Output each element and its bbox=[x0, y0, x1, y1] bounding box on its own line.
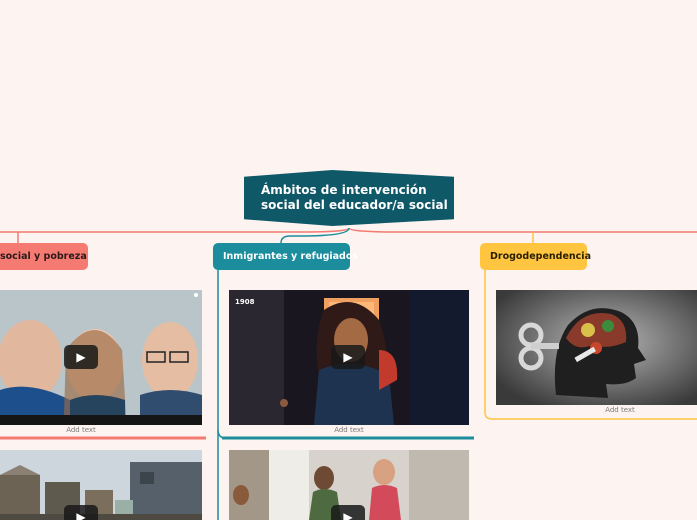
branch-label: Drogodependencia bbox=[490, 251, 591, 262]
badge-1908: 1908 bbox=[235, 298, 255, 306]
root-node[interactable]: Ámbitos de intervención social del educa… bbox=[244, 170, 454, 226]
slum-image-thumbnail[interactable]: ▶ bbox=[0, 450, 202, 520]
branch-label: Inmigrantes y refugiados bbox=[223, 251, 359, 262]
mid-video-thumbnail[interactable]: 1908 ▶ bbox=[229, 290, 469, 425]
root-title-line1: Ámbitos de intervención bbox=[261, 183, 427, 197]
left-video-caption[interactable]: Add text bbox=[0, 426, 162, 434]
drug-head-image bbox=[496, 290, 697, 405]
play-icon[interactable]: ▶ bbox=[64, 345, 98, 369]
play-icon[interactable]: ▶ bbox=[331, 345, 365, 369]
branch-inmigrantes-refugiados[interactable]: Inmigrantes y refugiados bbox=[213, 243, 358, 270]
root-to-left-line bbox=[0, 227, 350, 233]
children-video-thumbnail[interactable]: ▶ bbox=[229, 450, 469, 520]
right-image-caption[interactable]: Add text bbox=[540, 406, 697, 414]
mid-video-caption[interactable]: Add text bbox=[229, 426, 469, 434]
branch-drogodependencia[interactable]: Drogodependencia bbox=[480, 243, 591, 270]
root-to-right-line bbox=[348, 227, 697, 233]
root-title-line2: social del educador/a social bbox=[261, 198, 448, 212]
play-icon[interactable]: ▶ bbox=[64, 505, 98, 520]
play-icon[interactable]: ▶ bbox=[331, 505, 365, 520]
people-image bbox=[0, 290, 202, 425]
right-image-thumbnail[interactable] bbox=[496, 290, 697, 405]
branch-label: social y pobreza bbox=[0, 251, 87, 262]
branch-social-pobreza[interactable]: social y pobreza bbox=[0, 243, 88, 270]
left-video-thumbnail[interactable]: ▶ bbox=[0, 290, 202, 425]
slum-image bbox=[0, 450, 202, 520]
